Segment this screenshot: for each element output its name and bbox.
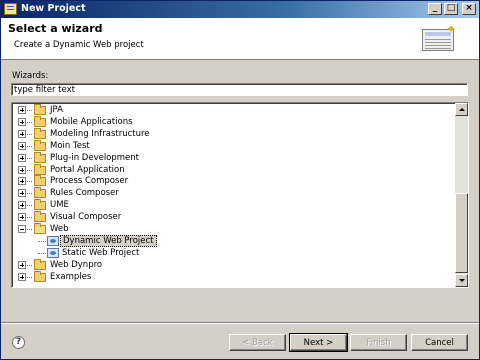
folder-icon bbox=[34, 163, 46, 175]
tree-category-item[interactable]: JPA bbox=[12, 104, 452, 116]
minimize-button[interactable]: _ bbox=[428, 3, 442, 15]
new-project-dialog: New Project _ □ × Select a wizard Create… bbox=[0, 0, 480, 360]
tree-category-item[interactable]: Modeling Infrastructure bbox=[12, 127, 452, 140]
expand-icon[interactable] bbox=[18, 213, 26, 222]
wizard-tree[interactable]: Examples Web Dynpro Static Web Project Dyna… bbox=[11, 102, 469, 288]
tree-category-item[interactable]: UME bbox=[12, 199, 452, 211]
tree-item-label[interactable]: Process Composer bbox=[48, 175, 130, 187]
tree-connector bbox=[38, 252, 46, 254]
tree-category-item[interactable]: Moin Test bbox=[12, 139, 452, 152]
tree-connector bbox=[27, 145, 32, 147]
wizard-banner-icon: ✦ bbox=[418, 23, 460, 55]
folder-icon bbox=[34, 104, 46, 115]
tree-category-item[interactable]: Rules Composer bbox=[12, 187, 452, 199]
next-button[interactable]: Next > bbox=[289, 333, 348, 352]
web-project-icon bbox=[47, 247, 59, 258]
tree-leaf-item[interactable]: Dynamic Web Project bbox=[12, 234, 452, 247]
help-icon[interactable]: ? bbox=[12, 336, 25, 349]
folder-icon bbox=[34, 139, 46, 151]
tree-connector bbox=[27, 264, 32, 266]
folder-icon bbox=[34, 270, 46, 282]
tree-category-item[interactable]: Mobile Applications bbox=[12, 115, 452, 128]
expand-icon[interactable] bbox=[18, 189, 26, 198]
page-title: Select a wizard bbox=[8, 22, 103, 35]
folder-icon bbox=[34, 115, 46, 127]
tree-vertical-scrollbar[interactable] bbox=[455, 103, 468, 287]
expand-icon[interactable] bbox=[18, 165, 26, 174]
tree-connector bbox=[27, 110, 32, 111]
scroll-thumb[interactable] bbox=[455, 193, 468, 273]
expand-icon[interactable] bbox=[18, 153, 26, 162]
wizard-header: Select a wizard Create a Dynamic Web pro… bbox=[1, 18, 479, 60]
expand-icon[interactable] bbox=[18, 117, 26, 126]
collapse-icon[interactable] bbox=[18, 225, 26, 233]
back-button[interactable]: < Back bbox=[229, 334, 286, 351]
finish-button[interactable]: Finish bbox=[350, 334, 407, 351]
expand-icon[interactable] bbox=[18, 141, 26, 150]
expand-icon[interactable] bbox=[18, 260, 26, 269]
tree-category-item[interactable]: Plug-in Development bbox=[12, 151, 452, 164]
app-icon bbox=[4, 3, 17, 15]
tree-category-item[interactable]: Visual Composer bbox=[12, 211, 452, 223]
maximize-button[interactable]: □ bbox=[444, 3, 458, 15]
wizards-label: Wizards: bbox=[12, 71, 49, 81]
web-project-icon bbox=[47, 235, 59, 246]
tree-item-label[interactable]: Examples bbox=[48, 271, 93, 283]
tree-category-item[interactable]: Web Dynpro bbox=[12, 258, 452, 271]
expand-icon[interactable] bbox=[18, 272, 26, 281]
cancel-button[interactable]: Cancel bbox=[411, 334, 468, 351]
tree-item-label[interactable]: Mobile Applications bbox=[48, 116, 135, 128]
tree-connector bbox=[27, 157, 32, 159]
window-title: New Project bbox=[21, 3, 86, 14]
arrow-up-icon bbox=[459, 108, 465, 111]
tree-item-label[interactable]: Web bbox=[48, 223, 71, 235]
folder-open-icon bbox=[34, 223, 46, 234]
folder-icon bbox=[34, 151, 46, 163]
folder-icon bbox=[34, 187, 46, 199]
tree-category-item[interactable]: Portal Application bbox=[12, 163, 452, 176]
tree-connector bbox=[27, 276, 32, 278]
folder-icon bbox=[34, 199, 46, 211]
tree-leaf-item[interactable]: Static Web Project bbox=[12, 247, 452, 259]
scroll-down-button[interactable] bbox=[455, 274, 468, 287]
tree-connector bbox=[27, 229, 32, 230]
tree-connector bbox=[27, 169, 32, 171]
title-bar[interactable]: New Project _ □ × bbox=[1, 1, 479, 18]
tree-item-label[interactable]: UME bbox=[48, 199, 71, 211]
folder-icon bbox=[34, 127, 46, 139]
tree-connector bbox=[27, 193, 32, 195]
tree-item-label[interactable]: Plug-in Development bbox=[48, 152, 141, 164]
tree-connector bbox=[27, 217, 32, 219]
tree-category-item[interactable]: Examples bbox=[12, 270, 452, 283]
tree-connector bbox=[27, 181, 32, 183]
expand-icon[interactable] bbox=[18, 106, 26, 114]
tree-item-label[interactable]: JPA bbox=[48, 104, 65, 116]
expand-icon[interactable] bbox=[18, 129, 26, 138]
folder-icon bbox=[34, 175, 46, 187]
tree-item-label[interactable]: Portal Application bbox=[48, 164, 127, 176]
arrow-down-icon bbox=[459, 279, 465, 282]
page-description: Create a Dynamic Web project bbox=[14, 40, 144, 50]
folder-icon bbox=[34, 258, 46, 270]
tree-connector bbox=[27, 133, 32, 135]
folder-icon bbox=[34, 211, 46, 223]
expand-icon[interactable] bbox=[18, 201, 26, 210]
tree-item-label[interactable]: Dynamic Web Project bbox=[60, 234, 157, 247]
tree-item-label[interactable]: Visual Composer bbox=[48, 211, 123, 223]
tree-item-label[interactable]: Web Dynpro bbox=[48, 259, 104, 271]
tree-item-label[interactable]: Moin Test bbox=[48, 140, 92, 152]
tree-item-label[interactable]: Static Web Project bbox=[60, 247, 141, 259]
tree-category-item[interactable]: Process Composer bbox=[12, 175, 452, 187]
tree-category-item[interactable]: Web bbox=[12, 223, 452, 235]
tree-connector bbox=[27, 121, 32, 123]
tree-connector bbox=[38, 240, 46, 242]
button-bar-separator bbox=[1, 322, 479, 324]
tree-connector bbox=[27, 205, 32, 207]
tree-item-label[interactable]: Rules Composer bbox=[48, 187, 121, 199]
close-button[interactable]: × bbox=[462, 3, 476, 15]
scroll-up-button[interactable] bbox=[455, 103, 468, 116]
tree-item-label[interactable]: Modeling Infrastructure bbox=[48, 128, 152, 140]
wizard-filter-input[interactable] bbox=[11, 83, 468, 96]
expand-icon[interactable] bbox=[18, 177, 26, 186]
